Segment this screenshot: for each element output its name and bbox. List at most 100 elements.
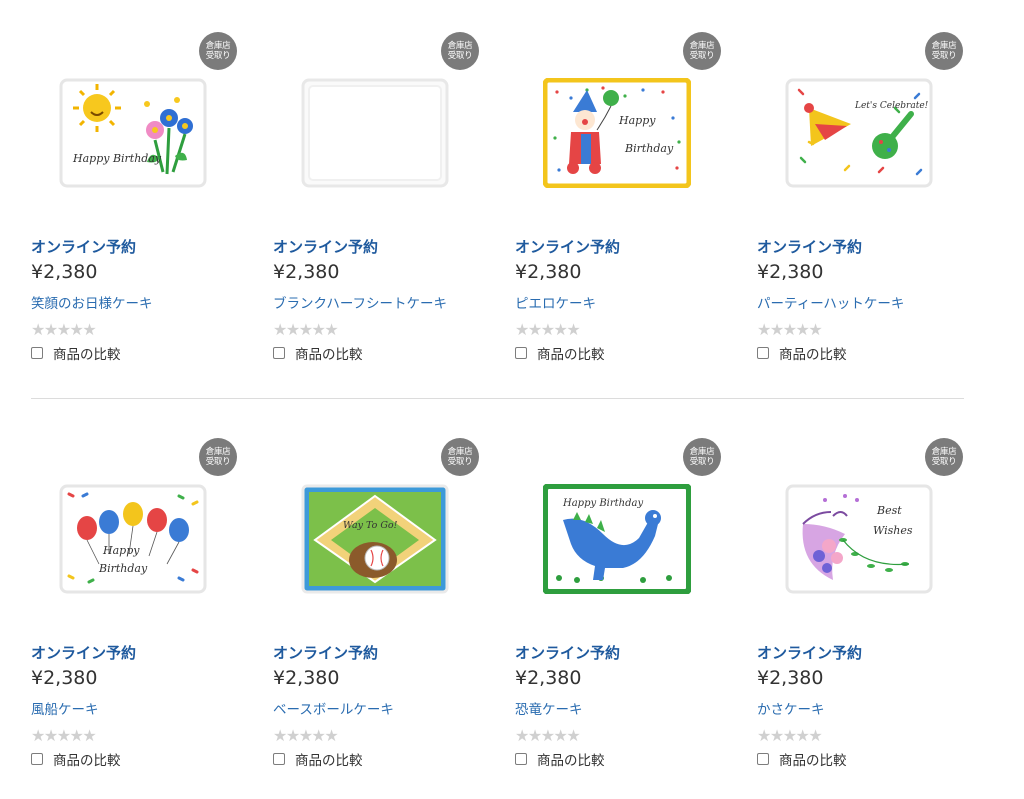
warehouse-pickup-badge: 倉庫店 受取り (683, 438, 721, 476)
compare-control[interactable]: 商品の比較 (515, 749, 605, 769)
compare-checkbox[interactable] (757, 753, 769, 765)
party-hat-cake-image: Let's Celebrate! (785, 78, 933, 188)
compare-label: 商品の比較 (537, 753, 605, 769)
product-price: ¥2,380 (273, 667, 340, 689)
online-reservation-label: オンライン予約 (273, 238, 379, 256)
row-divider (31, 398, 964, 399)
online-reservation-label: オンライン予約 (757, 644, 863, 662)
svg-text:Happy: Happy (102, 544, 140, 557)
compare-checkbox[interactable] (31, 753, 43, 765)
product-card: Happy Birthday 倉庫店 受取り オンライン予約 ¥2,380 ピエロ… (515, 0, 755, 380)
compare-checkbox[interactable] (757, 347, 769, 359)
svg-text:Wishes: Wishes (873, 524, 913, 537)
rating-stars: ★★★★★ (757, 320, 823, 339)
compare-control[interactable]: 商品の比較 (31, 343, 121, 363)
product-image-link[interactable]: Let's Celebrate! (785, 78, 933, 188)
product-image-link[interactable]: Happy Birthday (59, 78, 207, 188)
svg-text:Birthday: Birthday (624, 142, 674, 155)
warehouse-pickup-badge: 倉庫店 受取り (199, 438, 237, 476)
product-image-link[interactable] (301, 78, 449, 188)
rating-stars: ★★★★★ (31, 320, 97, 339)
warehouse-pickup-badge: 倉庫店 受取り (683, 32, 721, 70)
online-reservation-label: オンライン予約 (273, 644, 379, 662)
svg-text:Happy Birthday: Happy Birthday (562, 498, 643, 509)
warehouse-pickup-badge: 倉庫店 受取り (441, 32, 479, 70)
svg-text:Happy: Happy (618, 114, 656, 127)
product-price: ¥2,380 (515, 667, 582, 689)
warehouse-pickup-badge: 倉庫店 受取り (925, 438, 963, 476)
product-image-link[interactable]: Best Wishes (785, 484, 933, 594)
product-image-link[interactable]: Way To Go! (301, 484, 449, 594)
compare-checkbox[interactable] (31, 347, 43, 359)
product-card: Happy Birthday 倉庫店 受取り オンライン予約 ¥2,380 恐竜ケ… (515, 406, 755, 786)
product-card: 倉庫店 受取り オンライン予約 ¥2,380 ブランクハーフシートケーキ ★★★★… (273, 0, 513, 380)
svg-text:Let's Celebrate!: Let's Celebrate! (854, 101, 929, 111)
product-name-link[interactable]: かさケーキ (757, 698, 825, 718)
compare-label: 商品の比較 (779, 753, 847, 769)
product-card: Way To Go! 倉庫店 受取り オンライン予約 ¥2,380 ベースボールケ… (273, 406, 513, 786)
compare-label: 商品の比較 (295, 347, 363, 363)
compare-label: 商品の比較 (537, 347, 605, 363)
product-image-link[interactable]: Happy Birthday (543, 484, 691, 594)
online-reservation-label: オンライン予約 (31, 644, 137, 662)
product-card: Happy Birthday 倉庫店 受取り オンライン予約 ¥2,380 笑顔の… (31, 0, 271, 380)
online-reservation-label: オンライン予約 (515, 644, 621, 662)
product-price: ¥2,380 (31, 261, 98, 283)
product-price: ¥2,380 (757, 667, 824, 689)
product-image-link[interactable]: Happy Birthday (59, 484, 207, 594)
warehouse-pickup-badge: 倉庫店 受取り (441, 438, 479, 476)
compare-control[interactable]: 商品の比較 (273, 343, 363, 363)
product-grid: Happy Birthday 倉庫店 受取り オンライン予約 ¥2,380 笑顔の… (0, 0, 1024, 799)
online-reservation-label: オンライン予約 (757, 238, 863, 256)
compare-control[interactable]: 商品の比較 (515, 343, 605, 363)
compare-checkbox[interactable] (273, 347, 285, 359)
compare-checkbox[interactable] (515, 347, 527, 359)
product-name-link[interactable]: ブランクハーフシートケーキ (273, 292, 447, 312)
product-name-link[interactable]: ベースボールケーキ (273, 698, 394, 718)
compare-control[interactable]: 商品の比較 (31, 749, 121, 769)
rating-stars: ★★★★★ (515, 320, 581, 339)
compare-checkbox[interactable] (515, 753, 527, 765)
svg-text:Best: Best (876, 504, 902, 517)
compare-control[interactable]: 商品の比較 (273, 749, 363, 769)
compare-label: 商品の比較 (295, 753, 363, 769)
product-price: ¥2,380 (757, 261, 824, 283)
online-reservation-label: オンライン予約 (515, 238, 621, 256)
product-price: ¥2,380 (31, 667, 98, 689)
compare-control[interactable]: 商品の比較 (757, 343, 847, 363)
sun-flower-birthday-cake-image: Happy Birthday (59, 78, 207, 188)
product-card: Best Wishes 倉庫店 受取り オンライン予約 ¥2,380 かさケーキ … (757, 406, 997, 786)
product-image-link[interactable]: Happy Birthday (543, 78, 691, 188)
product-name-link[interactable]: 笑顔のお日様ケーキ (31, 292, 153, 312)
dinosaur-cake-image: Happy Birthday (543, 484, 691, 594)
compare-control[interactable]: 商品の比較 (757, 749, 847, 769)
clown-cake-image: Happy Birthday (543, 78, 691, 188)
warehouse-pickup-badge: 倉庫店 受取り (199, 32, 237, 70)
svg-text:Way To Go!: Way To Go! (343, 520, 398, 531)
rating-stars: ★★★★★ (273, 726, 339, 745)
rating-stars: ★★★★★ (757, 726, 823, 745)
balloon-cake-image: Happy Birthday (59, 484, 207, 594)
rating-stars: ★★★★★ (31, 726, 97, 745)
product-card: Happy Birthday 倉庫店 受取り オンライン予約 ¥2,380 風船ケ… (31, 406, 271, 786)
svg-text:Happy Birthday: Happy Birthday (72, 152, 162, 165)
umbrella-cake-image: Best Wishes (785, 484, 933, 594)
product-name-link[interactable]: ピエロケーキ (515, 292, 596, 312)
product-price: ¥2,380 (273, 261, 340, 283)
baseball-cake-image: Way To Go! (301, 484, 449, 594)
product-name-link[interactable]: パーティーハットケーキ (757, 292, 904, 312)
compare-label: 商品の比較 (779, 347, 847, 363)
rating-stars: ★★★★★ (273, 320, 339, 339)
product-card: Let's Celebrate! 倉庫店 受取り オンライン予約 ¥2,380 パ… (757, 0, 997, 380)
compare-checkbox[interactable] (273, 753, 285, 765)
product-name-link[interactable]: 恐竜ケーキ (515, 698, 583, 718)
compare-label: 商品の比較 (53, 347, 121, 363)
svg-text:Birthday: Birthday (98, 562, 148, 575)
compare-label: 商品の比較 (53, 753, 121, 769)
warehouse-pickup-badge: 倉庫店 受取り (925, 32, 963, 70)
product-price: ¥2,380 (515, 261, 582, 283)
product-name-link[interactable]: 風船ケーキ (31, 698, 99, 718)
blank-half-sheet-cake-image (301, 78, 449, 188)
online-reservation-label: オンライン予約 (31, 238, 137, 256)
rating-stars: ★★★★★ (515, 726, 581, 745)
